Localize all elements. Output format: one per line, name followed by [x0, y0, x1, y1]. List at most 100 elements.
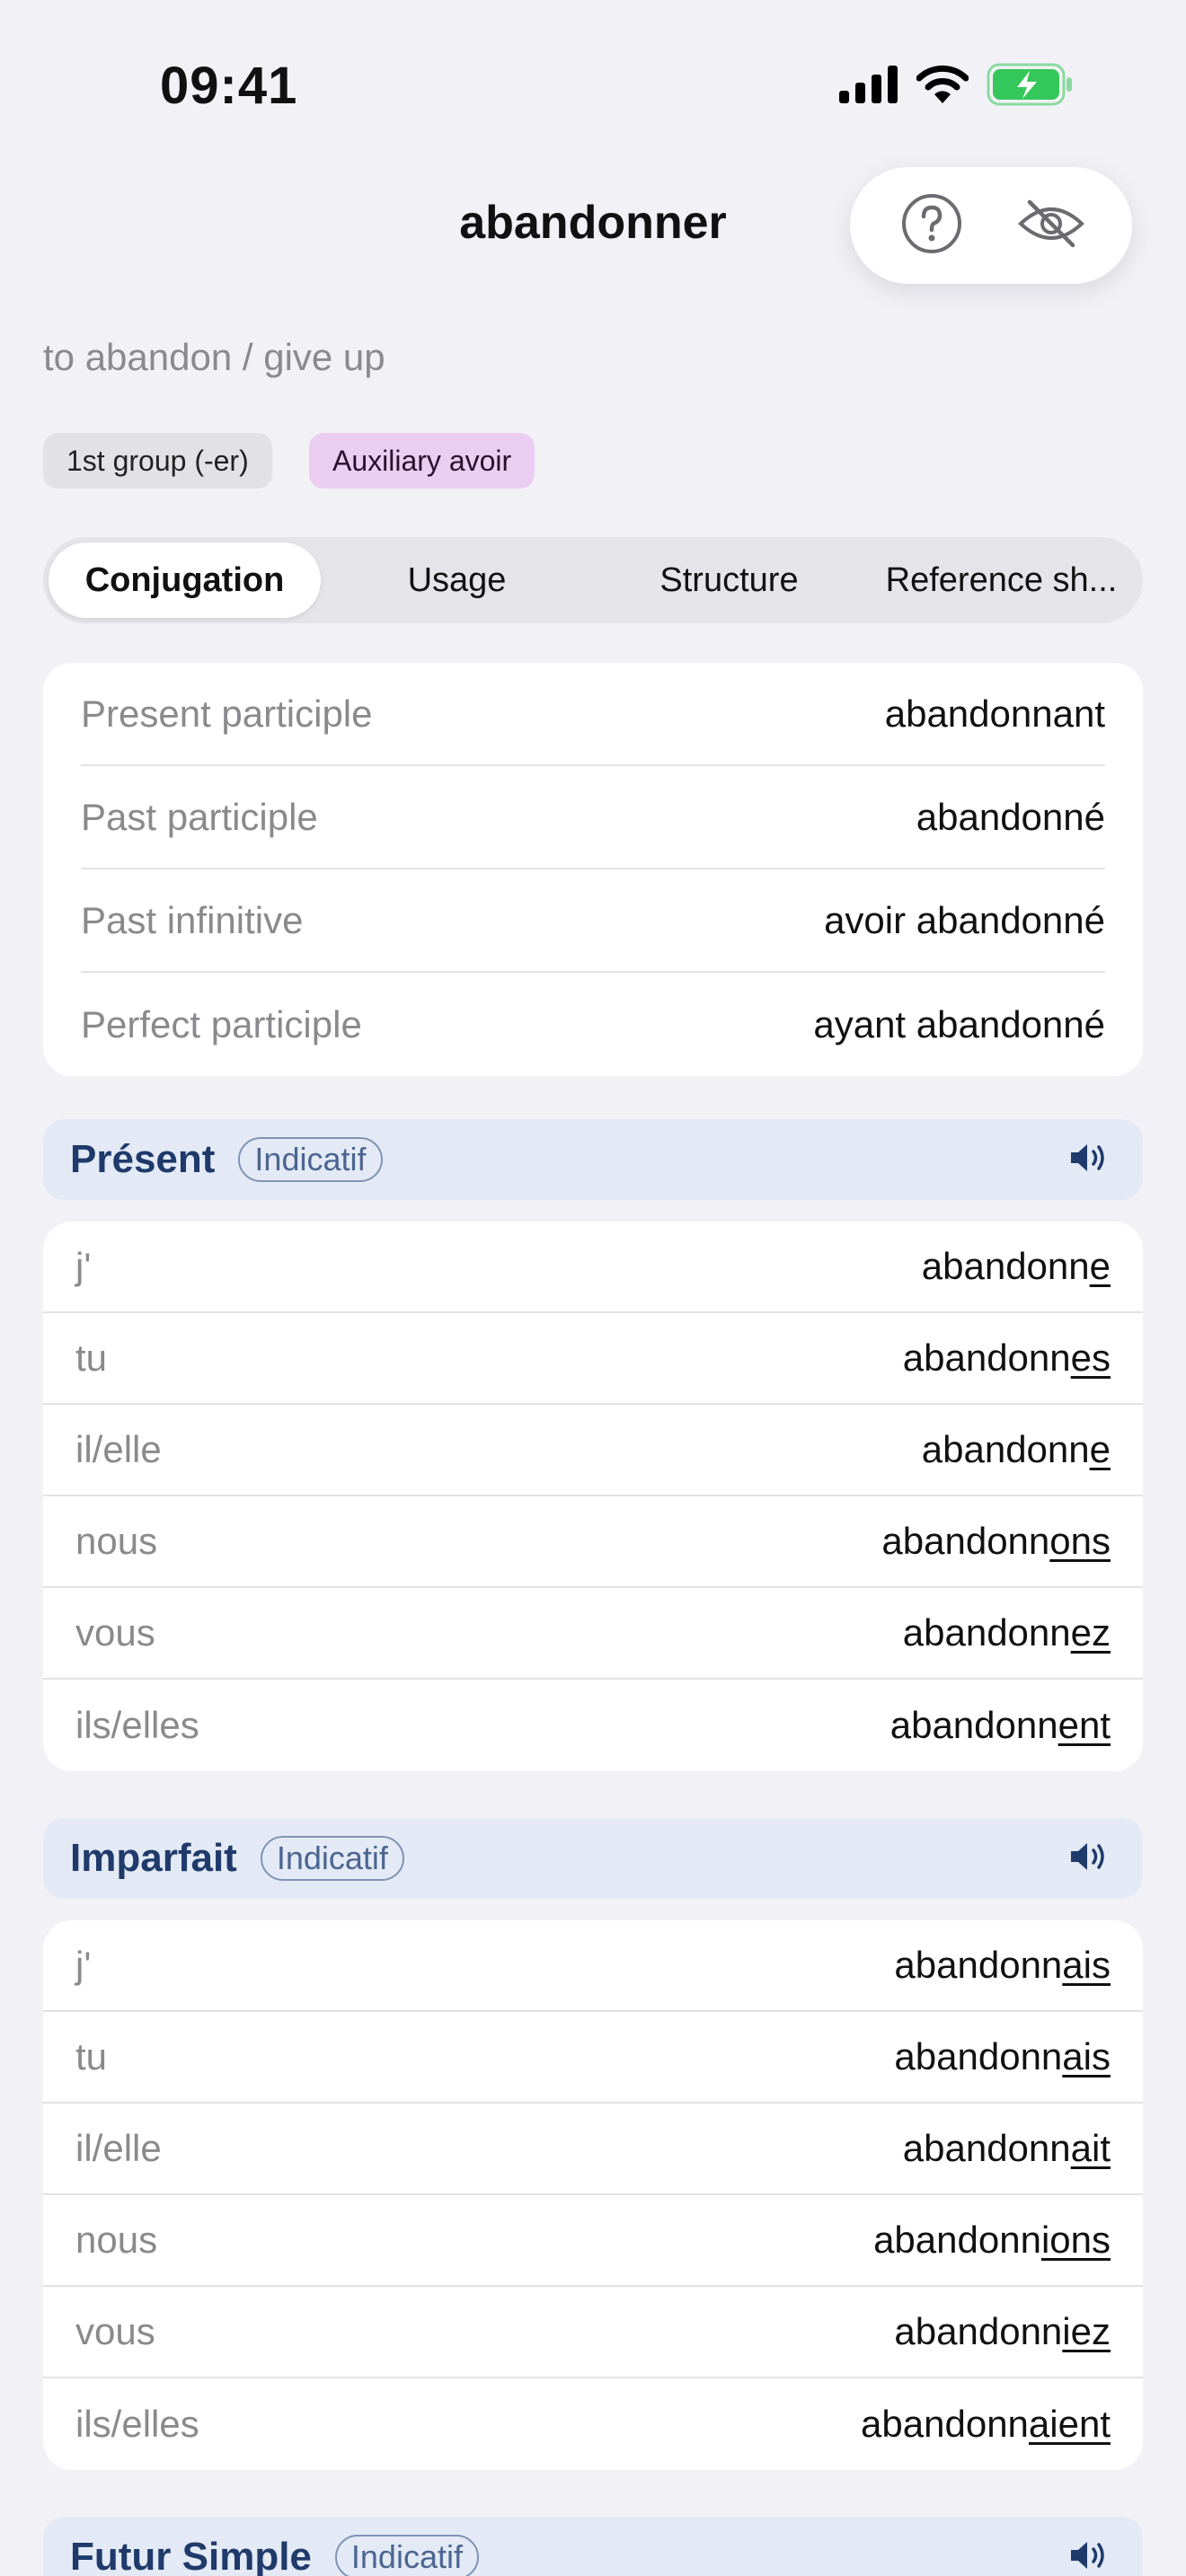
conjugation-row: vous abandonniez [43, 2287, 1143, 2378]
tense-header-present: Présent Indicatif [43, 1119, 1143, 1200]
conjugation-row: j' abandonne [43, 1222, 1143, 1313]
verb-stem: abandonn [921, 1245, 1090, 1287]
verb-ending: ait [1070, 2127, 1111, 2169]
conjugated-verb: abandonnent [890, 1704, 1111, 1747]
mood-badge: Indicatif [334, 2535, 479, 2576]
tense-title: Imparfait [70, 1836, 237, 1880]
tab-reference-sheet[interactable]: Reference sh... [865, 543, 1137, 618]
wifi-icon [916, 65, 969, 109]
pronoun: il/elle [75, 2127, 162, 2169]
verb-ending: ez [1070, 1611, 1111, 1654]
auxiliary-chip: Auxiliary avoir [309, 433, 535, 489]
form-value: avoir abandonné [824, 898, 1105, 941]
tense-header-futur-simple: Futur Simple Indicatif [43, 2517, 1143, 2576]
conjugated-verb: abandonnons [881, 1520, 1111, 1563]
question-circle-icon [900, 192, 963, 260]
conjugation-row: ils/elles abandonnaient [43, 2378, 1143, 2470]
conjugation-row: il/elle abandonne [43, 1405, 1143, 1496]
form-row: Past infinitive avoir abandonné [81, 869, 1105, 973]
form-value: abandonné [916, 795, 1105, 838]
verb-ending: e [1089, 1428, 1111, 1470]
verb-ending: iez [1062, 2310, 1111, 2352]
verb-ending: ent [1058, 1704, 1111, 1746]
conjugated-verb: abandonnes [903, 1337, 1111, 1380]
verb-ending: aient [1028, 2403, 1111, 2445]
conjugated-verb: abandonnions [873, 2219, 1111, 2262]
play-audio-button[interactable] [1062, 1133, 1116, 1187]
section-tabs: Conjugation Usage Structure Reference sh… [43, 537, 1143, 623]
pronoun: nous [75, 2219, 158, 2261]
pronoun: j' [75, 1944, 92, 1986]
conjugated-verb: abandonne [922, 1428, 1111, 1471]
pronoun: j' [75, 1245, 92, 1287]
form-row: Present participle abandonnant [81, 663, 1105, 766]
tense-card-present: j' abandonne tu abandonnes il/elle aband… [43, 1222, 1143, 1771]
speaker-icon [1069, 1142, 1109, 1178]
status-time: 09:41 [160, 57, 298, 115]
verb-stem: abandonn [921, 1428, 1090, 1470]
pronoun: vous [75, 1611, 155, 1654]
verb-stem: abandonn [902, 1611, 1071, 1654]
form-label: Past infinitive [81, 898, 304, 941]
conjugated-verb: abandonne [922, 1245, 1111, 1288]
conjugation-row: nous abandonnons [43, 1496, 1143, 1588]
verb-stem: abandonn [894, 1944, 1063, 1986]
signal-icon [839, 65, 898, 108]
verb-stem: abandonn [894, 2310, 1063, 2352]
tab-usage[interactable]: Usage [321, 543, 593, 618]
form-value: abandonnant [884, 692, 1105, 735]
pronoun: vous [75, 2310, 155, 2352]
conjugated-verb: abandonnez [903, 1611, 1111, 1654]
form-row: Past participle abandonné [81, 766, 1105, 869]
verb-ending: ons [1049, 1520, 1111, 1562]
form-label: Past participle [81, 795, 318, 838]
pronoun: ils/elles [75, 2403, 199, 2445]
verb-translation: to abandon / give up [43, 336, 385, 378]
verb-stem: abandonn [861, 2403, 1029, 2445]
form-label: Present participle [81, 692, 373, 735]
verb-stem: abandonn [881, 1520, 1050, 1562]
pronoun: nous [75, 1520, 158, 1562]
verb-ending: ions [1040, 2219, 1111, 2261]
tense-header-imparfait: Imparfait Indicatif [43, 1818, 1143, 1899]
conjugated-verb: abandonniez [894, 2310, 1111, 2353]
verb-ending: es [1070, 1337, 1111, 1379]
tense-card-imparfait: j' abandonnais tu abandonnais il/elle ab… [43, 1920, 1143, 2470]
tab-structure[interactable]: Structure [593, 543, 865, 618]
mood-badge: Indicatif [238, 1137, 383, 1182]
tense-title: Futur Simple [70, 2535, 312, 2576]
status-icons [839, 63, 1080, 110]
form-label: Perfect participle [81, 1002, 362, 1045]
conjugation-row: tu abandonnes [43, 1313, 1143, 1405]
eye-slash-icon [1017, 198, 1085, 253]
help-button[interactable] [896, 190, 968, 261]
verb-ending: ais [1062, 1944, 1111, 1986]
verb-stem: abandonn [902, 2127, 1071, 2169]
pronoun: tu [75, 2035, 108, 2078]
conjugation-row: nous abandonnions [43, 2195, 1143, 2287]
conjugated-verb: abandonnait [903, 2127, 1111, 2170]
speaker-icon [1069, 2539, 1109, 2576]
conjugated-verb: abandonnais [894, 2035, 1111, 2078]
speaker-icon [1069, 1840, 1109, 1877]
form-row: Perfect participle ayant abandonné [81, 973, 1105, 1076]
hide-button[interactable] [1015, 190, 1087, 261]
verb-stem: abandonn [902, 1337, 1071, 1379]
pronoun: tu [75, 1337, 108, 1379]
play-audio-button[interactable] [1062, 1831, 1116, 1885]
verb-ending: ais [1062, 2035, 1111, 2078]
play-audio-button[interactable] [1062, 2530, 1116, 2576]
form-value: ayant abandonné [813, 1002, 1105, 1045]
tense-title: Présent [70, 1137, 216, 1181]
group-chip: 1st group (-er) [43, 433, 272, 489]
tab-conjugation[interactable]: Conjugation [49, 543, 321, 618]
conjugated-verb: abandonnaient [861, 2403, 1111, 2446]
pronoun: ils/elles [75, 1704, 199, 1746]
verb-forms-card: Present participle abandonnant Past part… [43, 663, 1143, 1076]
verb-stem: abandonn [894, 2035, 1063, 2078]
conjugation-row: j' abandonnais [43, 1920, 1143, 2012]
pronoun: il/elle [75, 1428, 162, 1470]
verb-ending: e [1089, 1245, 1111, 1287]
mood-badge: Indicatif [260, 1836, 404, 1881]
header-actions [850, 167, 1132, 284]
